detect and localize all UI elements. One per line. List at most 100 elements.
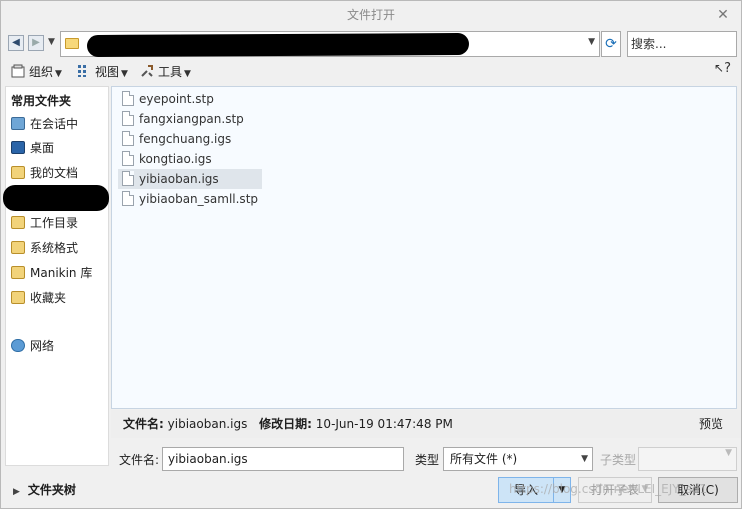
organize-menu[interactable]: 组织 ▼	[11, 63, 62, 81]
close-icon[interactable]: ✕	[713, 5, 733, 25]
file-icon	[122, 191, 134, 206]
toolbar: 组织 ▼ 视图 ▼ 工具 ▼ ↖?	[1, 61, 741, 83]
view-label: 视图	[95, 65, 120, 79]
cancel-button[interactable]: 取消(C)	[658, 477, 738, 503]
manikin-icon	[11, 266, 25, 279]
file-name: fangxiangpan.stp	[139, 112, 244, 126]
file-item[interactable]: kongtiao.igs	[118, 149, 220, 169]
favorites-icon	[11, 291, 25, 304]
sidebar-item-label: 系统格式	[30, 241, 79, 255]
sidebar-item-desktop[interactable]: 桌面	[11, 138, 54, 158]
chevron-down-icon: ▼	[55, 69, 62, 79]
chevron-down-icon: ▼	[641, 484, 649, 494]
filetype-value: 所有文件 (*)	[450, 452, 518, 466]
dialog-footer: ▶ 文件夹树 导入 ▼ 打开子表 ▼ 取消(C)	[1, 473, 741, 509]
file-item[interactable]: eyepoint.stp	[118, 89, 222, 109]
sidebar-item-label: 桌面	[30, 141, 55, 155]
file-name: fengchuang.igs	[139, 132, 232, 146]
sidebar-item-label: 在会话中	[30, 117, 79, 131]
file-icon	[122, 171, 134, 186]
sidebar-item-working-directory[interactable]: 工作目录	[11, 213, 78, 233]
sidebar-item-label: 收藏夹	[30, 291, 67, 305]
info-name-label: 文件名:	[123, 417, 164, 431]
documents-icon	[11, 166, 25, 179]
sidebar-item-my-documents[interactable]: 我的文档	[11, 163, 78, 183]
open-subtable-button[interactable]: 打开子表 ▼	[578, 477, 652, 503]
sidebar-item-label: 工作目录	[30, 216, 79, 230]
sidebar-item-label: 我的文档	[30, 166, 79, 180]
folder-icon	[65, 38, 79, 49]
redaction-scribble	[86, 33, 470, 57]
search-input[interactable]: 搜索...	[627, 31, 737, 57]
file-icon	[122, 111, 134, 126]
organize-label: 组织	[29, 65, 54, 79]
subtype-label: 子类型	[600, 453, 637, 467]
workdir-icon	[11, 216, 25, 229]
file-item-selected[interactable]: yibiaoban.igs	[118, 169, 262, 189]
chevron-down-icon: ▼	[581, 454, 588, 464]
forward-icon[interactable]: ▶	[28, 35, 44, 51]
filename-label: 文件名:	[119, 453, 160, 467]
file-item[interactable]: fangxiangpan.stp	[118, 109, 252, 129]
file-open-dialog: 文件打开 ✕ ◀ ▶ ▼ < ▼ ⟳ 搜索... 组织▼ 视图▼ 工具▼	[0, 0, 742, 509]
import-button[interactable]: 导入 ▼	[498, 477, 571, 503]
filetype-label: 类型	[415, 453, 440, 467]
network-icon	[11, 339, 25, 352]
sidebar-heading: 常用文件夹	[11, 94, 72, 108]
title-bar: 文件打开	[1, 1, 741, 29]
file-info-bar: 文件名: yibiaoban.igs 修改日期: 10-Jun-19 01:47…	[111, 410, 741, 438]
triangle-right-icon: ▶	[13, 487, 20, 497]
sysformat-icon	[11, 241, 25, 254]
file-item[interactable]: yibiaoban_samll.stp	[118, 189, 266, 209]
info-name-value: yibiaoban.igs	[167, 417, 248, 431]
file-name: yibiaoban_samll.stp	[139, 192, 259, 206]
preview-toggle[interactable]: 预览	[699, 410, 723, 438]
monitor-icon	[11, 117, 25, 130]
history-chevron-down-icon[interactable]: ▼	[48, 37, 55, 47]
sidebar-item-label: 网络	[30, 339, 55, 353]
file-name: kongtiao.igs	[139, 152, 212, 166]
folder-tree-toggle[interactable]: ▶ 文件夹树	[13, 481, 76, 498]
view-icon	[77, 64, 91, 78]
open-subtable-label: 打开子表	[590, 483, 639, 497]
file-list: eyepoint.stp fangxiangpan.stp fengchuang…	[111, 86, 737, 409]
info-date-label: 修改日期:	[259, 417, 312, 431]
tools-icon	[140, 64, 154, 78]
file-icon	[122, 151, 134, 166]
folder-tree-label: 文件夹树	[27, 483, 76, 497]
dialog-title: 文件打开	[346, 8, 395, 22]
chevron-down-icon[interactable]: ▼	[553, 477, 571, 503]
subtype-select[interactable]: ▼	[638, 447, 737, 471]
file-item[interactable]: fengchuang.igs	[118, 129, 239, 149]
favorites-sidebar: 常用文件夹 在会话中 桌面 我的文档 工作目录 系统格式 Manikin 库 收…	[5, 86, 109, 466]
filename-field[interactable]: yibiaoban.igs	[162, 447, 404, 471]
chevron-down-icon: ▼	[184, 69, 191, 79]
view-menu[interactable]: 视图 ▼	[77, 63, 128, 81]
sidebar-item-system-formats[interactable]: 系统格式	[11, 238, 78, 258]
sidebar-item-favorites[interactable]: 收藏夹	[11, 288, 66, 308]
file-icon	[122, 91, 134, 106]
tools-label: 工具	[158, 65, 183, 79]
organize-icon	[11, 64, 25, 78]
chevron-down-icon: ▼	[725, 448, 732, 458]
address-chevron-down-icon[interactable]: ▼	[588, 37, 595, 47]
redaction-scribble	[3, 185, 109, 211]
file-name: yibiaoban.igs	[139, 172, 219, 186]
tools-menu[interactable]: 工具 ▼	[140, 63, 191, 81]
sidebar-item-manikin-library[interactable]: Manikin 库	[11, 263, 92, 283]
refresh-icon[interactable]: ⟳	[601, 31, 621, 57]
back-icon[interactable]: ◀	[8, 35, 24, 51]
filetype-select[interactable]: 所有文件 (*) ▼	[443, 447, 593, 471]
help-icon[interactable]: ↖?	[714, 61, 731, 76]
file-icon	[122, 131, 134, 146]
help-label: ?	[724, 61, 731, 76]
file-name: eyepoint.stp	[139, 92, 214, 106]
sidebar-item-label: Manikin 库	[30, 266, 93, 280]
chevron-down-icon: ▼	[121, 69, 128, 79]
sidebar-item-network[interactable]: 网络	[11, 336, 54, 356]
sidebar-item-in-session[interactable]: 在会话中	[11, 114, 78, 134]
import-label: 导入	[513, 483, 538, 497]
desktop-icon	[11, 141, 25, 154]
info-date-value: 10-Jun-19 01:47:48 PM	[315, 417, 453, 431]
filename-row: 文件名: yibiaoban.igs 类型 所有文件 (*) ▼ 子类型 ▼	[1, 447, 741, 471]
